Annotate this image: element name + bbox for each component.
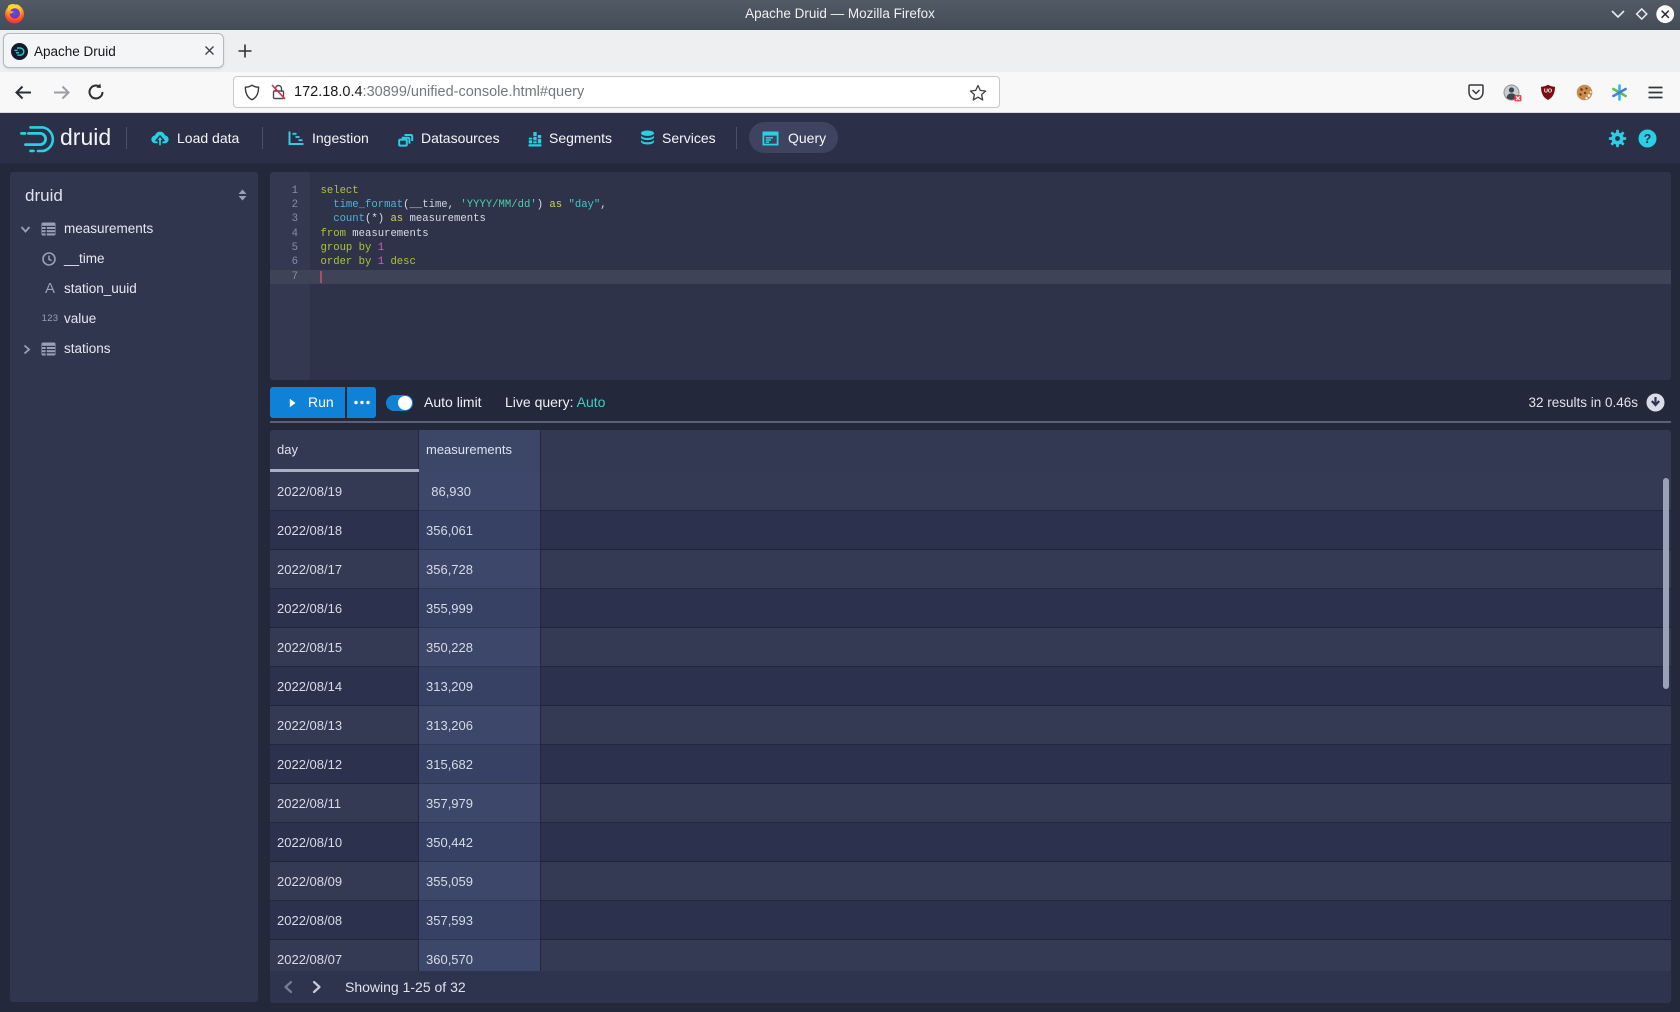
svg-text:?: ?: [1644, 132, 1652, 146]
svg-text:UO: UO: [1544, 89, 1552, 95]
